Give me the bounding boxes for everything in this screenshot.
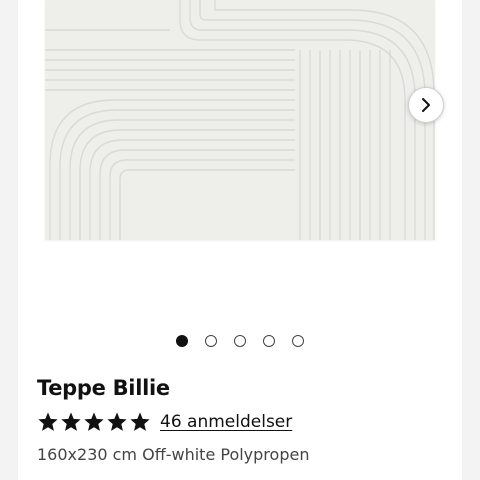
product-rating[interactable]: 46 anmeldelser xyxy=(37,410,292,434)
chevron-right-icon xyxy=(422,98,430,112)
star-icon xyxy=(107,412,127,431)
star-icon xyxy=(38,412,58,431)
product-image[interactable] xyxy=(45,0,435,240)
pagination-dot[interactable] xyxy=(176,335,188,347)
product-card: Teppe Billie 46 anmeldelser 160x230 cm O… xyxy=(18,0,462,480)
pagination-dot[interactable] xyxy=(234,335,246,347)
rating-stars xyxy=(37,411,151,433)
gallery-pagination xyxy=(18,335,462,349)
product-description: 160x230 cm Off-white Polypropen xyxy=(37,445,310,464)
rug-pattern xyxy=(45,0,435,240)
pagination-dot[interactable] xyxy=(292,335,304,347)
next-image-button[interactable] xyxy=(408,87,444,123)
product-image-gallery[interactable] xyxy=(18,0,462,320)
star-icon xyxy=(61,412,81,431)
star-icon xyxy=(130,412,150,431)
product-title: Teppe Billie xyxy=(37,376,170,400)
star-icon xyxy=(84,412,104,431)
reviews-link[interactable]: 46 anmeldelser xyxy=(160,412,292,432)
pagination-dot[interactable] xyxy=(263,335,275,347)
pagination-dot[interactable] xyxy=(205,335,217,347)
